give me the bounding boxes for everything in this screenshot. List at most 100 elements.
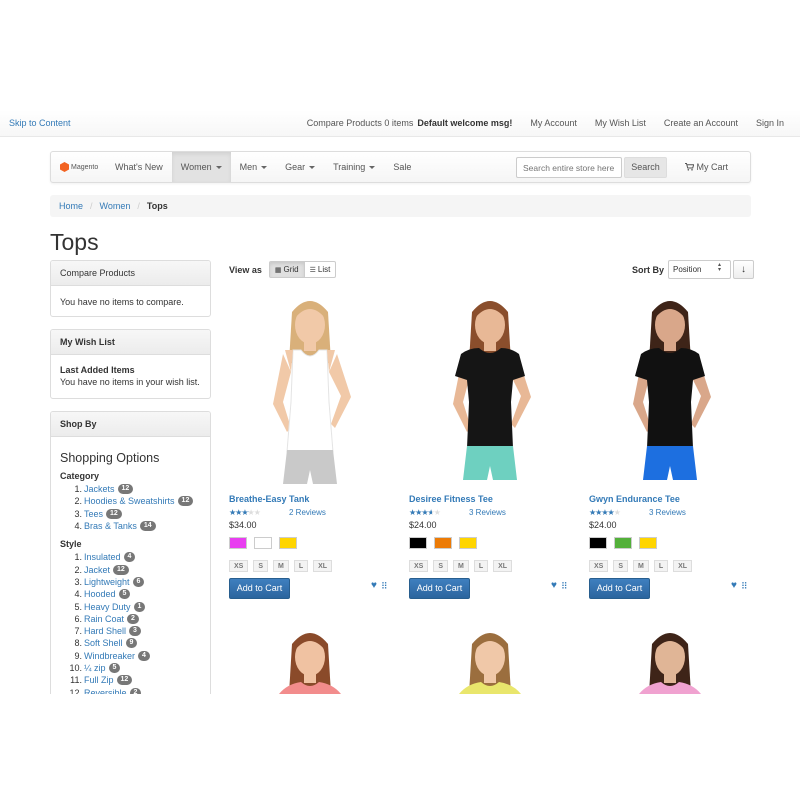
color-swatch[interactable]: [589, 537, 607, 549]
size-option[interactable]: XS: [589, 560, 609, 572]
color-swatch[interactable]: [459, 537, 477, 549]
compare-products-link[interactable]: Compare Products 0 items: [307, 118, 414, 128]
size-option[interactable]: M: [453, 560, 469, 572]
create-account-link[interactable]: Create an Account: [664, 118, 738, 128]
filter-item-label[interactable]: Jackets: [84, 483, 115, 495]
reviews-link[interactable]: 2 Reviews: [289, 508, 326, 517]
filter-item[interactable]: 4. Hooded 5: [60, 588, 201, 600]
nav-item-training[interactable]: Training: [324, 152, 384, 182]
color-swatch[interactable]: [409, 537, 427, 549]
filter-item-label[interactable]: Rain Coat: [84, 613, 124, 625]
filter-item-label[interactable]: Insulated: [84, 551, 121, 563]
product-image[interactable]: [409, 292, 571, 488]
nav-item-women[interactable]: Women: [171, 152, 231, 182]
filter-item-label[interactable]: Hooded: [84, 588, 116, 600]
filter-item[interactable]: 6. Rain Coat 2: [60, 613, 201, 625]
size-option[interactable]: S: [433, 560, 449, 572]
add-to-compare-icon[interactable]: ⠿: [741, 581, 748, 592]
sort-by-select[interactable]: Position: [668, 260, 732, 279]
add-to-cart-button[interactable]: Add to Cart: [229, 578, 290, 599]
nav-item-sale[interactable]: Sale: [384, 152, 420, 182]
filter-item-label[interactable]: Tees: [84, 508, 103, 520]
size-option[interactable]: S: [253, 560, 269, 572]
add-to-wishlist-heart-icon[interactable]: ♥: [731, 580, 737, 591]
search-button[interactable]: Search: [624, 157, 667, 178]
breadcrumb-home[interactable]: Home: [59, 201, 83, 211]
size-option[interactable]: S: [613, 560, 629, 572]
size-option[interactable]: L: [473, 560, 489, 572]
filter-item[interactable]: 2. Jacket 12: [60, 563, 201, 575]
color-swatch[interactable]: [229, 537, 247, 549]
filter-item[interactable]: 5. Heavy Duty 1: [60, 600, 201, 612]
my-wish-list-link[interactable]: My Wish List: [595, 118, 646, 128]
filter-item[interactable]: 11. Full Zip 12: [60, 674, 201, 686]
reviews-link[interactable]: 3 Reviews: [649, 508, 686, 517]
add-to-compare-icon[interactable]: ⠿: [561, 581, 568, 592]
product-photo[interactable]: [589, 624, 751, 694]
size-option[interactable]: L: [653, 560, 669, 572]
color-swatch[interactable]: [434, 537, 452, 549]
mini-cart-button[interactable]: My Cart: [685, 162, 728, 172]
product-image[interactable]: [589, 292, 751, 488]
add-to-compare-icon[interactable]: ⠿: [381, 581, 388, 592]
filter-item-label[interactable]: Lightweight: [84, 576, 130, 588]
filter-item-label[interactable]: Reversible: [84, 687, 127, 694]
add-to-cart-button[interactable]: Add to Cart: [409, 578, 470, 599]
filter-item[interactable]: 12. Reversible 2: [60, 686, 201, 694]
filter-item[interactable]: 7. Hard Shell 3: [60, 625, 201, 637]
product-card[interactable]: [229, 624, 391, 694]
size-option[interactable]: L: [293, 560, 309, 572]
add-to-wishlist-heart-icon[interactable]: ♥: [371, 580, 377, 591]
reviews-link[interactable]: 3 Reviews: [469, 508, 506, 517]
color-swatch[interactable]: [254, 537, 272, 549]
size-option[interactable]: M: [633, 560, 649, 572]
product-photo[interactable]: [409, 292, 571, 488]
filter-item[interactable]: 1. Insulated 4: [60, 551, 201, 563]
nav-item-men[interactable]: Men: [231, 152, 277, 182]
add-to-wishlist-heart-icon[interactable]: ♥: [551, 580, 557, 591]
add-to-cart-button[interactable]: Add to Cart: [589, 578, 650, 599]
product-name-link[interactable]: Desiree Fitness Tee: [409, 494, 493, 504]
color-swatch[interactable]: [614, 537, 632, 549]
size-option[interactable]: XS: [229, 560, 249, 572]
size-option[interactable]: XL: [313, 560, 333, 572]
product-photo[interactable]: [589, 292, 751, 488]
filter-item-label[interactable]: Hard Shell: [84, 625, 126, 637]
my-account-link[interactable]: My Account: [530, 118, 577, 128]
product-card[interactable]: [409, 624, 571, 694]
product-photo[interactable]: [229, 292, 391, 488]
filter-item[interactable]: 9. Windbreaker 4: [60, 650, 201, 662]
breadcrumb-women[interactable]: Women: [100, 201, 131, 211]
size-option[interactable]: XS: [409, 560, 429, 572]
product-image[interactable]: [409, 624, 571, 694]
filter-item[interactable]: 3. Lightweight 6: [60, 576, 201, 588]
size-option[interactable]: XL: [673, 560, 693, 572]
color-swatch[interactable]: [279, 537, 297, 549]
filter-item-label[interactable]: Full Zip: [84, 674, 114, 686]
filter-item[interactable]: 1. Jackets 12: [60, 483, 201, 495]
product-photo[interactable]: [409, 624, 571, 694]
product-photo[interactable]: [229, 624, 391, 694]
filter-item-label[interactable]: Jacket: [84, 564, 110, 576]
search-input[interactable]: [516, 157, 622, 178]
filter-item-label[interactable]: Windbreaker: [84, 650, 135, 662]
filter-item[interactable]: 2. Hoodies & Sweatshirts 12: [60, 495, 201, 507]
filter-item[interactable]: 8. Soft Shell 9: [60, 637, 201, 649]
product-image[interactable]: [589, 624, 751, 694]
size-option[interactable]: M: [273, 560, 289, 572]
filter-item[interactable]: 10. ¼ zip 5: [60, 662, 201, 674]
size-option[interactable]: XL: [493, 560, 513, 572]
sign-in-link[interactable]: Sign In: [756, 118, 784, 128]
color-swatch[interactable]: [639, 537, 657, 549]
product-name-link[interactable]: Breathe-Easy Tank: [229, 494, 309, 504]
grid-view-button[interactable]: ▦ Grid: [268, 261, 305, 278]
filter-item-label[interactable]: Hoodies & Sweatshirts: [84, 495, 175, 507]
filter-item-label[interactable]: Soft Shell: [84, 637, 123, 649]
product-card[interactable]: [589, 624, 751, 694]
product-name-link[interactable]: Gwyn Endurance Tee: [589, 494, 680, 504]
nav-item-whats-new[interactable]: What's New: [106, 152, 172, 182]
sort-direction-button[interactable]: ↓: [733, 260, 755, 279]
product-image[interactable]: [229, 624, 391, 694]
filter-item[interactable]: 3. Tees 12: [60, 508, 201, 520]
filter-item-label[interactable]: ¼ zip: [84, 662, 106, 674]
